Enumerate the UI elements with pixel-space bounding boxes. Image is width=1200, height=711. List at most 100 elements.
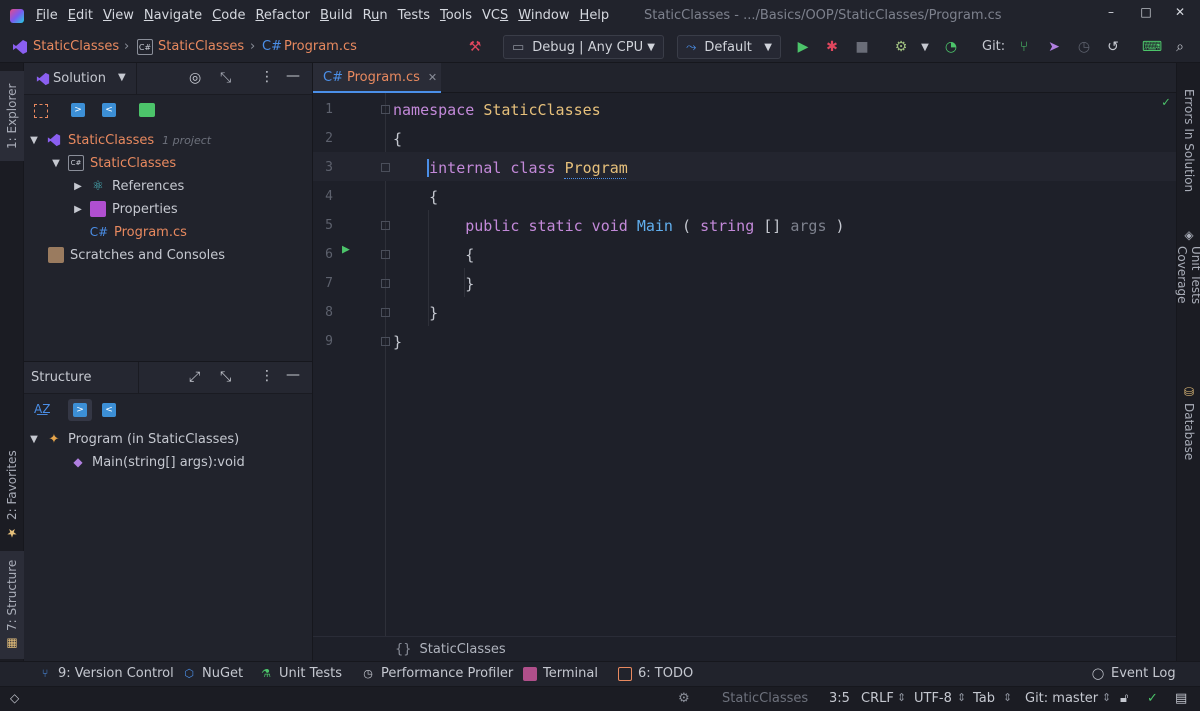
- fold-marker-icon[interactable]: [381, 279, 390, 288]
- tab-structure[interactable]: ▦ 7: Structure: [0, 551, 24, 659]
- tool-nuget[interactable]: ⬡ NuGet: [182, 666, 243, 681]
- build-config-dropdown[interactable]: ▭ Debug | Any CPU ▼: [503, 35, 664, 59]
- more-options-icon[interactable]: ⋮: [260, 368, 274, 384]
- tool-event-log[interactable]: ◯ Event Log: [1091, 666, 1176, 681]
- tree-item-properties[interactable]: ▶ Properties: [72, 198, 178, 220]
- tab-explorer[interactable]: 1: Explorer: [0, 71, 24, 161]
- debug-icon[interactable]: ✱: [823, 38, 841, 56]
- status-git-branch[interactable]: Git: master: [1025, 691, 1098, 706]
- expand-toggle[interactable]: >: [68, 399, 92, 421]
- menu-item[interactable]: Navigate: [144, 8, 202, 23]
- status-caret-position[interactable]: 3:5: [829, 691, 850, 706]
- run-gutter-icon[interactable]: ▶: [342, 242, 350, 257]
- status-encoding[interactable]: UTF-8: [914, 691, 952, 706]
- editor-breadcrumb-namespace[interactable]: StaticClasses: [420, 642, 506, 657]
- code-line[interactable]: {: [393, 130, 402, 148]
- status-line-ending[interactable]: CRLF: [861, 691, 894, 706]
- build-hammer-icon[interactable]: ⚒: [466, 38, 484, 56]
- git-push-icon[interactable]: ➤: [1045, 38, 1063, 56]
- toggle-tool-windows-icon[interactable]: ◇: [10, 691, 19, 705]
- profile-icon[interactable]: ◔: [942, 38, 960, 56]
- code-line[interactable]: {: [393, 188, 438, 206]
- tool-todo[interactable]: 6: TODO: [618, 666, 693, 681]
- code-line[interactable]: {: [393, 246, 474, 264]
- memory-indicator-icon[interactable]: ▤: [1175, 691, 1187, 706]
- breadcrumb-solution[interactable]: StaticClasses: [33, 39, 119, 54]
- collapse-icon[interactable]: <: [102, 103, 116, 117]
- tab-favorites[interactable]: ★ 2: Favorites: [0, 447, 24, 543]
- code-line[interactable]: }: [393, 304, 438, 322]
- coverage-icon[interactable]: ⚙: [892, 38, 910, 56]
- code-line[interactable]: namespace StaticClasses: [393, 101, 601, 119]
- history-icon[interactable]: ◷: [1075, 38, 1093, 56]
- lock-icon[interactable]: 🔓︎: [1120, 691, 1128, 706]
- collapse-icon[interactable]: <: [102, 403, 116, 417]
- fold-marker-icon[interactable]: [381, 163, 390, 172]
- expand-all-icon[interactable]: ⤢: [189, 369, 200, 385]
- menu-item[interactable]: Refactor: [255, 8, 310, 23]
- run-icon[interactable]: ▶: [794, 38, 812, 56]
- maximize-icon[interactable]: □: [1138, 5, 1154, 21]
- fold-marker-icon[interactable]: [381, 250, 390, 259]
- menu-item[interactable]: Run: [363, 8, 388, 23]
- status-project[interactable]: StaticClasses: [722, 691, 808, 706]
- menu-item[interactable]: File: [36, 8, 58, 23]
- search-icon[interactable]: ⌕: [1171, 38, 1189, 56]
- tool-performance-profiler[interactable]: ◷ Performance Profiler: [361, 666, 513, 681]
- code-area[interactable]: 1 2 3 4 5 6 7 8 9 namespace StaticClasses { inter…: [313, 93, 1177, 636]
- terminal-icon[interactable]: ⌨: [1142, 38, 1162, 56]
- menu-item[interactable]: Window: [518, 8, 569, 23]
- expand-icon[interactable]: >: [71, 103, 85, 117]
- fold-marker-icon[interactable]: [381, 337, 390, 346]
- breadcrumb-file[interactable]: Program.cs: [284, 39, 357, 54]
- tool-terminal[interactable]: Terminal: [523, 666, 598, 681]
- more-run-chevron-icon[interactable]: ▼: [916, 38, 934, 56]
- tool-version-control[interactable]: ⑂ 9: Version Control: [38, 666, 174, 681]
- menu-item[interactable]: View: [103, 8, 134, 23]
- tab-program-cs[interactable]: C# Program.cs ✕: [313, 63, 441, 93]
- tree-item-program-file[interactable]: C# Program.cs: [90, 221, 187, 243]
- code-line[interactable]: }: [393, 275, 474, 293]
- structure-item-class[interactable]: ▼ ✦ Program (in StaticClasses): [28, 428, 239, 450]
- solution-view-selector[interactable]: Solution: [53, 71, 106, 86]
- collapse-all-icon[interactable]: ⤡: [220, 369, 231, 385]
- menu-item[interactable]: Code: [212, 8, 245, 23]
- menu-item[interactable]: VCS: [482, 8, 508, 23]
- settings-icon[interactable]: ⚙: [678, 691, 690, 706]
- menu-item[interactable]: Build: [320, 8, 353, 23]
- preview-icon[interactable]: [139, 103, 155, 117]
- inspection-ok-icon[interactable]: ✓: [1147, 691, 1158, 706]
- minimize-icon[interactable]: –: [1103, 5, 1119, 21]
- code-line[interactable]: public static void Main ( string [] args…: [393, 217, 844, 235]
- tab-unit-tests-coverage[interactable]: ◈ Unit Tests Coverage: [1175, 228, 1200, 358]
- tree-item-scratches[interactable]: Scratches and Consoles: [48, 244, 225, 266]
- close-tab-icon[interactable]: ✕: [428, 71, 437, 84]
- tab-errors-in-solution[interactable]: Errors In Solution: [1177, 81, 1200, 201]
- status-indent[interactable]: Tab: [973, 691, 995, 706]
- stop-icon[interactable]: ■: [853, 38, 871, 56]
- breadcrumb-project[interactable]: StaticClasses: [158, 39, 244, 54]
- menu-item[interactable]: Tests: [398, 8, 430, 23]
- menu-item[interactable]: Help: [580, 8, 610, 23]
- tool-unit-tests[interactable]: ⚗ Unit Tests: [259, 666, 342, 681]
- rollback-icon[interactable]: ↺: [1104, 38, 1122, 56]
- fold-marker-icon[interactable]: [381, 308, 390, 317]
- fold-marker-icon[interactable]: [381, 221, 390, 230]
- select-opened-file-icon[interactable]: [34, 104, 48, 118]
- menu-item[interactable]: Tools: [440, 8, 472, 23]
- tree-item-solution[interactable]: ▼ StaticClasses 1 project: [28, 129, 211, 151]
- menu-item[interactable]: Edit: [68, 8, 93, 23]
- close-icon[interactable]: ✕: [1172, 5, 1188, 21]
- locate-target-icon[interactable]: ◎: [189, 70, 201, 86]
- fold-marker-icon[interactable]: [381, 105, 390, 114]
- tab-database[interactable]: ⛁ Database: [1177, 385, 1200, 460]
- git-update-icon[interactable]: ⑂: [1015, 38, 1033, 56]
- minimize-panel-icon[interactable]: —: [286, 367, 300, 383]
- run-config-dropdown[interactable]: ⤳ Default ▼: [677, 35, 781, 59]
- collapse-all-icon[interactable]: ⤡: [220, 70, 231, 86]
- code-line[interactable]: }: [393, 333, 402, 351]
- structure-item-method[interactable]: ◆ Main(string[] args):void: [70, 451, 244, 473]
- more-options-icon[interactable]: ⋮: [260, 69, 274, 85]
- sort-alpha-icon[interactable]: A͟Z: [34, 402, 50, 416]
- chevron-down-icon[interactable]: ▼: [118, 72, 126, 83]
